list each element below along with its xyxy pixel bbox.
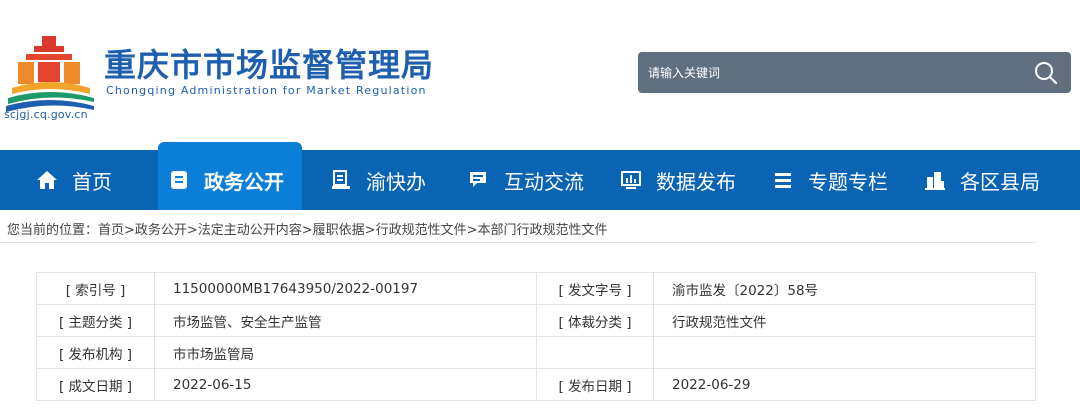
genre-category-label: [ 体裁分类 ]	[536, 304, 654, 337]
document-icon	[171, 171, 187, 189]
issuing-agency-value: 市市场监管局	[154, 336, 537, 369]
nav-item-label: 数据发布	[656, 169, 736, 194]
subject-category-value: 市场监管、安全生产监管	[154, 304, 537, 337]
index-number-label: [ 索引号 ]	[36, 272, 155, 305]
nav-item-home[interactable]: 首页	[36, 150, 112, 210]
main-nav: 首页 政务公开 渝快办 互动交流 数据发布 专题专栏 各区县局	[0, 150, 1080, 210]
site-url-text: scjgj.cq.gov.cn	[4, 108, 88, 121]
issuing-agency-label: [ 发布机构 ]	[36, 336, 155, 369]
monitor-chart-icon	[621, 171, 641, 189]
breadcrumb[interactable]: 您当前的位置：首页>政务公开>法定主动公开内容>履职依据>行政规范性文件>本部门…	[7, 219, 607, 238]
document-number-label: [ 发文字号 ]	[536, 272, 654, 305]
written-date-value: 2022-06-15	[154, 368, 537, 401]
service-icon	[332, 170, 350, 189]
site-header: scjgj.cq.gov.cn 重庆市市场监督管理局 Chongqing Adm…	[0, 0, 1080, 150]
nav-item-label: 渝快办	[366, 169, 426, 194]
search-input[interactable]	[648, 52, 1018, 93]
table-row: [ 索引号 ] 11500000MB17643950/2022-00197 [ …	[36, 272, 1036, 305]
site-subtitle: Chongqing Administration for Market Regu…	[106, 84, 427, 97]
document-number-value: 渝市监发〔2022〕58号	[653, 272, 1036, 305]
nav-item-label: 政务公开	[204, 169, 284, 194]
written-date-label: [ 成文日期 ]	[36, 368, 155, 401]
genre-category-value: 行政规范性文件	[653, 304, 1036, 337]
empty-cell	[653, 336, 1036, 369]
subject-category-label: [ 主题分类 ]	[36, 304, 155, 337]
home-icon	[37, 171, 57, 189]
nav-item-district-bureaus[interactable]: 各区县局	[924, 150, 1040, 210]
list-icon	[775, 173, 791, 188]
publish-date-value: 2022-06-29	[653, 368, 1036, 401]
nav-item-label: 首页	[72, 169, 112, 194]
breadcrumb-divider	[0, 242, 1036, 243]
publish-date-label: [ 发布日期 ]	[536, 368, 654, 401]
nav-item-interaction[interactable]: 互动交流	[468, 150, 584, 210]
nav-item-label: 专题专栏	[808, 169, 888, 194]
table-row: [ 主题分类 ] 市场监管、安全生产监管 [ 体裁分类 ] 行政规范性文件	[36, 304, 1036, 337]
document-info-table: [ 索引号 ] 11500000MB17643950/2022-00197 [ …	[36, 272, 1036, 401]
nav-item-data-release[interactable]: 数据发布	[620, 150, 736, 210]
table-row: [ 成文日期 ] 2022-06-15 [ 发布日期 ] 2022-06-29	[36, 368, 1036, 401]
nav-item-special-topics[interactable]: 专题专栏	[772, 150, 888, 210]
nav-active-tab-cap	[158, 142, 302, 150]
site-title[interactable]: 重庆市市场监督管理局	[104, 40, 434, 86]
nav-item-label: 互动交流	[504, 169, 584, 194]
nav-item-label: 各区县局	[960, 169, 1040, 194]
buildings-icon	[925, 172, 945, 190]
table-row: [ 发布机构 ] 市市场监管局	[36, 336, 1036, 369]
nav-item-yukuaiban[interactable]: 渝快办	[330, 150, 426, 210]
index-number-value: 11500000MB17643950/2022-00197	[154, 272, 537, 305]
nav-item-government-affairs[interactable]: 政务公开	[158, 150, 302, 210]
search-box	[638, 52, 1071, 93]
empty-cell	[536, 336, 654, 369]
search-icon[interactable]	[1033, 60, 1059, 86]
chat-icon	[470, 172, 486, 187]
